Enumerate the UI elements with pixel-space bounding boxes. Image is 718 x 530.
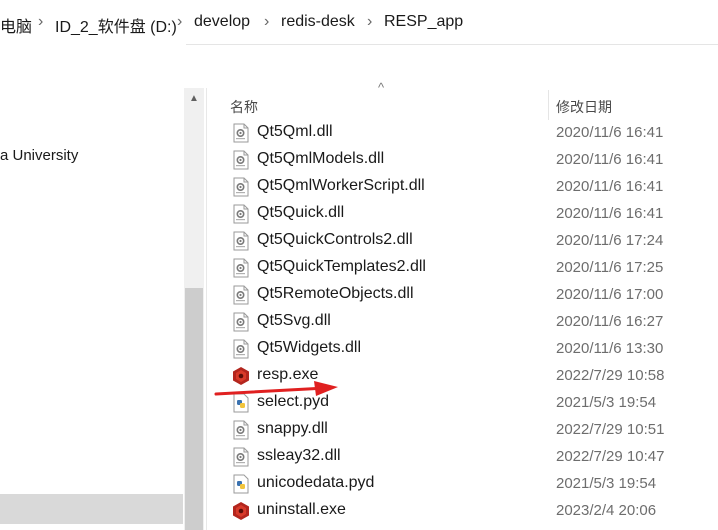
- dll-file-icon: [232, 447, 250, 467]
- file-row[interactable]: Qt5Quick.dll 2020/11/6 16:41: [222, 200, 718, 227]
- dll-file-icon: [232, 312, 250, 332]
- file-name: uninstall.exe: [257, 501, 346, 518]
- column-header-name[interactable]: 名称: [230, 97, 258, 117]
- address-bar[interactable]: 电脑 › ID_2_软件盘 (D:) › develop › redis-des…: [0, 0, 718, 45]
- dll-file-icon: [232, 339, 250, 359]
- nav-item-selected[interactable]: [0, 494, 183, 524]
- file-date-modified: 2020/11/6 13:30: [556, 340, 664, 357]
- breadcrumb-separator: ›: [367, 13, 373, 30]
- file-name: Qt5Widgets.dll: [257, 339, 362, 356]
- nav-item-university[interactable]: a University: [0, 147, 78, 164]
- file-name: Qt5QuickControls2.dll: [257, 231, 413, 248]
- file-row[interactable]: Qt5Qml.dll 2020/11/6 16:41: [222, 119, 718, 146]
- navigation-pane: a University: [0, 44, 186, 530]
- file-date-modified: 2020/11/6 17:24: [556, 232, 664, 249]
- breadcrumb-item-develop[interactable]: develop: [194, 13, 250, 31]
- file-date-modified: 2020/11/6 16:41: [556, 151, 664, 168]
- file-row[interactable]: Qt5RemoteObjects.dll 2020/11/6 17:00: [222, 281, 718, 308]
- file-date-modified: 2020/11/6 17:00: [556, 286, 664, 303]
- file-name: snappy.dll: [257, 420, 328, 437]
- file-row[interactable]: Qt5QmlModels.dll 2020/11/6 16:41: [222, 146, 718, 173]
- file-name: Qt5QuickTemplates2.dll: [257, 258, 426, 275]
- file-row[interactable]: ssleay32.dll 2022/7/29 10:47: [222, 443, 718, 470]
- dll-file-icon: [232, 123, 250, 143]
- annotation-arrow-icon: [214, 381, 338, 396]
- file-row[interactable]: unicodedata.pyd 2021/5/3 19:54: [222, 470, 718, 497]
- scrollbar-thumb[interactable]: [185, 288, 203, 530]
- file-row[interactable]: Qt5Widgets.dll 2020/11/6 13:30: [222, 335, 718, 362]
- file-date-modified: 2022/7/29 10:51: [556, 421, 665, 438]
- file-date-modified: 2023/2/4 20:06: [556, 502, 657, 519]
- pane-divider[interactable]: [206, 88, 207, 530]
- file-date-modified: 2020/11/6 16:41: [556, 124, 664, 141]
- file-name: Qt5Qml.dll: [257, 123, 333, 140]
- breadcrumb-separator: ›: [264, 13, 270, 30]
- dll-file-icon: [232, 420, 250, 440]
- file-date-modified: 2020/11/6 16:41: [556, 178, 664, 195]
- dll-file-icon: [232, 285, 250, 305]
- file-date-modified: 2021/5/3 19:54: [556, 394, 657, 411]
- file-name: Qt5QmlModels.dll: [257, 150, 385, 167]
- breadcrumb-item-drive[interactable]: ID_2_软件盘 (D:): [55, 13, 177, 37]
- breadcrumb-item-resp-app[interactable]: RESP_app: [384, 13, 463, 31]
- file-date-modified: 2022/7/29 10:47: [556, 448, 665, 465]
- file-name: Qt5RemoteObjects.dll: [257, 285, 414, 302]
- dll-file-icon: [232, 258, 250, 278]
- file-date-modified: 2021/5/3 19:54: [556, 475, 657, 492]
- file-row[interactable]: snappy.dll 2022/7/29 10:51: [222, 416, 718, 443]
- file-row[interactable]: Qt5QmlWorkerScript.dll 2020/11/6 16:41: [222, 173, 718, 200]
- breadcrumb-separator: ›: [38, 13, 44, 30]
- column-header-separator[interactable]: [548, 90, 549, 120]
- file-row[interactable]: Qt5Svg.dll 2020/11/6 16:27: [222, 308, 718, 335]
- dll-file-icon: [232, 204, 250, 224]
- file-name: Qt5Svg.dll: [257, 312, 331, 329]
- dll-file-icon: [232, 177, 250, 197]
- column-header-date-modified[interactable]: 修改日期: [556, 97, 612, 117]
- file-row[interactable]: uninstall.exe 2023/2/4 20:06: [222, 497, 718, 524]
- file-row[interactable]: Qt5QuickControls2.dll 2020/11/6 17:24: [222, 227, 718, 254]
- breadcrumb-item-redis-desk[interactable]: redis-desk: [281, 13, 355, 31]
- file-date-modified: 2020/11/6 16:27: [556, 313, 664, 330]
- file-name: ssleay32.dll: [257, 447, 341, 464]
- file-row[interactable]: Qt5QuickTemplates2.dll 2020/11/6 17:25: [222, 254, 718, 281]
- dll-file-icon: [232, 150, 250, 170]
- file-name: Qt5QmlWorkerScript.dll: [257, 177, 425, 194]
- file-date-modified: 2020/11/6 16:41: [556, 205, 664, 222]
- sort-ascending-icon: ^: [378, 80, 385, 95]
- redis-exe-icon: [232, 501, 250, 521]
- dll-file-icon: [232, 231, 250, 251]
- breadcrumb-item-pc[interactable]: 电脑: [0, 13, 32, 37]
- file-date-modified: 2020/11/6 17:25: [556, 259, 664, 276]
- breadcrumb-separator: ›: [177, 13, 183, 30]
- file-name: unicodedata.pyd: [257, 474, 375, 491]
- scroll-up-arrow-icon[interactable]: ▲: [184, 88, 204, 110]
- file-name: Qt5Quick.dll: [257, 204, 345, 221]
- python-file-icon: [232, 474, 250, 494]
- file-date-modified: 2022/7/29 10:58: [556, 367, 665, 384]
